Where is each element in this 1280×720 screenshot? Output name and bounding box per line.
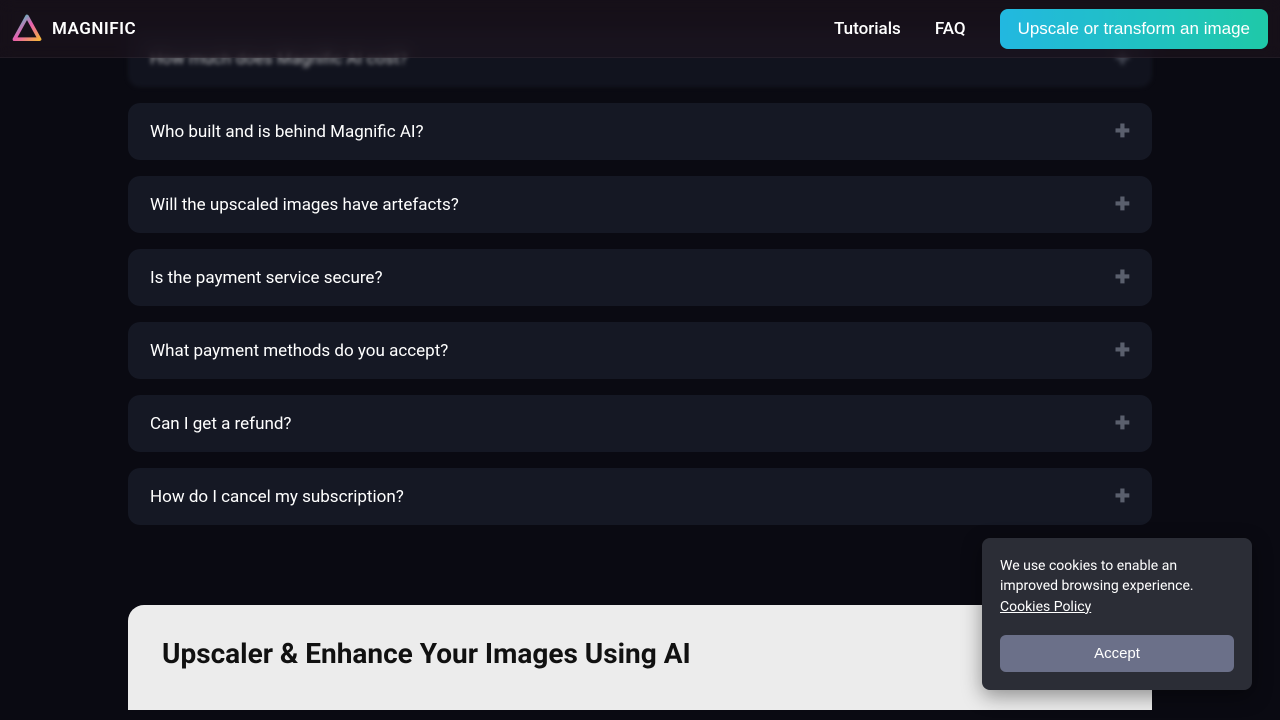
nav-faq[interactable]: FAQ [935, 19, 966, 39]
faq-question: Is the payment service secure? [150, 268, 382, 288]
article-title: Upscaler & Enhance Your Images Using AI [162, 637, 1118, 670]
upscale-cta-button[interactable]: Upscale or transform an image [1000, 9, 1268, 49]
faq-item[interactable]: What payment methods do you accept? ✚ [128, 322, 1152, 379]
faq-item[interactable]: Is the payment service secure? ✚ [128, 249, 1152, 306]
faq-item[interactable]: Who built and is behind Magnific AI? ✚ [128, 103, 1152, 160]
cookie-text: We use cookies to enable an improved bro… [1000, 556, 1234, 617]
plus-icon: ✚ [1115, 121, 1130, 142]
plus-icon: ✚ [1115, 413, 1130, 434]
faq-question: How do I cancel my subscription? [150, 487, 404, 507]
triangle-logo-icon [12, 14, 42, 44]
logo-wrap[interactable]: MAGNIFIC [12, 14, 136, 44]
cookie-message: We use cookies to enable an improved bro… [1000, 558, 1194, 594]
site-header: MAGNIFIC Tutorials FAQ Upscale or transf… [0, 0, 1280, 58]
faq-question: Can I get a refund? [150, 414, 291, 434]
cookie-banner: We use cookies to enable an improved bro… [982, 538, 1252, 690]
plus-icon: ✚ [1115, 194, 1130, 215]
brand-text: MAGNIFIC [52, 19, 136, 39]
plus-icon: ✚ [1115, 486, 1130, 507]
faq-list: How much does Magnific AI cost? ✚ Who bu… [128, 30, 1152, 525]
plus-icon: ✚ [1115, 340, 1130, 361]
cookies-policy-link[interactable]: Cookies Policy [1000, 599, 1091, 615]
cookie-accept-button[interactable]: Accept [1000, 635, 1234, 672]
faq-item[interactable]: Can I get a refund? ✚ [128, 395, 1152, 452]
faq-item[interactable]: Will the upscaled images have artefacts?… [128, 176, 1152, 233]
top-nav: Tutorials FAQ Upscale or transform an im… [834, 9, 1268, 49]
faq-item[interactable]: How do I cancel my subscription? ✚ [128, 468, 1152, 525]
plus-icon: ✚ [1115, 267, 1130, 288]
nav-tutorials[interactable]: Tutorials [834, 19, 901, 39]
faq-question: What payment methods do you accept? [150, 341, 448, 361]
faq-question: Will the upscaled images have artefacts? [150, 195, 459, 215]
faq-question: Who built and is behind Magnific AI? [150, 122, 424, 142]
